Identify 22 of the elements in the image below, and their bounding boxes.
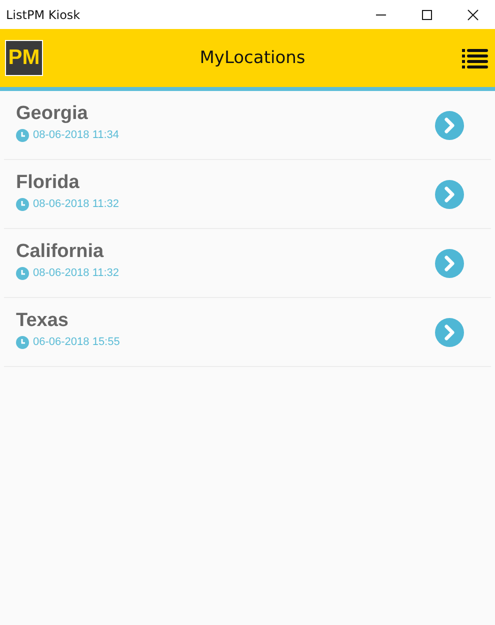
location-name: Georgia bbox=[16, 102, 89, 124]
close-icon[interactable] bbox=[467, 8, 479, 20]
clock-icon bbox=[16, 198, 29, 210]
menu-icon[interactable] bbox=[462, 47, 488, 69]
location-item[interactable]: California 08-06-2018 11:32 bbox=[4, 229, 491, 298]
clock-icon bbox=[16, 336, 29, 348]
window-title: ListPM Kiosk bbox=[5, 8, 80, 22]
timestamp: 08-06-2018 11:32 bbox=[33, 267, 120, 279]
timestamp: 06-06-2018 15:55 bbox=[33, 336, 120, 348]
timestamp: 08-06-2018 11:34 bbox=[33, 129, 120, 141]
maximize-icon[interactable] bbox=[421, 8, 433, 20]
timestamp: 08-06-2018 11:32 bbox=[33, 198, 120, 210]
location-item[interactable]: Georgia 08-06-2018 11:34 bbox=[4, 91, 491, 160]
location-name: Texas bbox=[16, 310, 70, 332]
clock-icon bbox=[16, 266, 29, 280]
logo: PM bbox=[5, 40, 43, 76]
location-item[interactable]: Texas 06-06-2018 15:55 bbox=[4, 298, 491, 367]
location-name: California bbox=[16, 240, 105, 262]
page-title: MyLocations bbox=[200, 48, 306, 68]
location-name: Florida bbox=[16, 172, 80, 194]
clock-icon bbox=[16, 128, 29, 142]
location-item[interactable]: Florida 08-06-2018 11:32 bbox=[4, 160, 491, 229]
